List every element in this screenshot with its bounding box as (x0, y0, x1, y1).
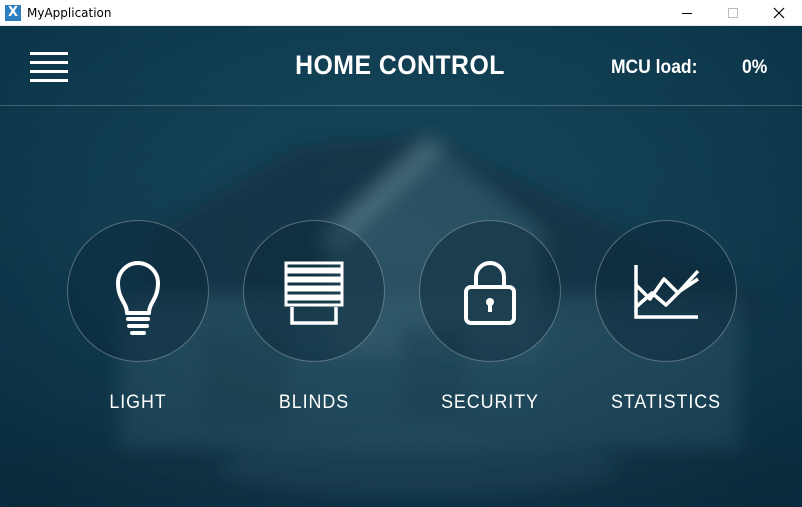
light-label: LIGHT (109, 392, 167, 413)
page-title: HOME CONTROL (295, 50, 505, 80)
hamburger-menu-button[interactable] (30, 52, 68, 82)
light-bulb-icon (116, 261, 160, 335)
blinds-icon (284, 261, 344, 325)
hamburger-menu-icon-bar (30, 61, 68, 64)
security-label: SECURITY (441, 392, 539, 413)
mcu-load-label: MCU load: (611, 57, 698, 78)
minimize-icon (682, 13, 692, 14)
statistics-label: STATISTICS (611, 392, 721, 413)
maximize-button[interactable] (710, 0, 756, 26)
light-button[interactable] (67, 220, 209, 362)
window-title-bar: X MyApplication (0, 0, 802, 26)
app-screen: HOME CONTROL MCU load: 0% LIGHT BLINDS S… (0, 26, 802, 507)
minimize-button[interactable] (664, 0, 710, 26)
close-icon (773, 7, 785, 19)
app-icon: X (5, 5, 21, 21)
maximize-icon (728, 8, 738, 18)
hamburger-menu-icon-bar (30, 70, 68, 73)
window-title: MyApplication (27, 6, 112, 20)
security-button[interactable] (419, 220, 561, 362)
blinds-label: BLINDS (278, 392, 350, 413)
close-button[interactable] (756, 0, 802, 26)
app-header: HOME CONTROL MCU load: 0% (0, 26, 802, 106)
blinds-button[interactable] (243, 220, 385, 362)
chart-icon (634, 265, 700, 319)
mcu-load-value: 0% (742, 57, 768, 78)
statistics-button[interactable] (595, 220, 737, 362)
padlock-icon (464, 261, 516, 325)
hamburger-menu-icon-bar (30, 52, 68, 55)
hamburger-menu-icon-bar (30, 79, 68, 82)
